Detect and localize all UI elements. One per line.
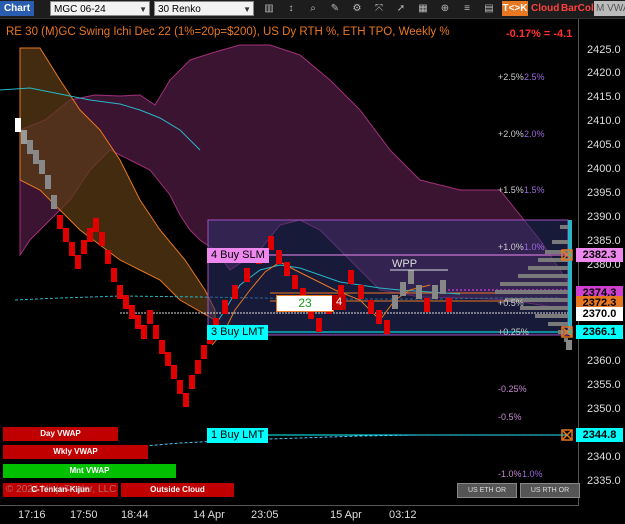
us-eth-or-button[interactable]: US ETH OR [457,483,517,498]
last-price-tag: 2370.0 [576,307,623,321]
pointer-icon[interactable]: ➚ [394,1,408,16]
properties-icon[interactable]: ≡ [460,1,474,16]
outside-cloud-button[interactable]: Outside Cloud [121,483,234,497]
price-axis-label: 2400.0 [587,163,621,175]
price-axis-label: 2335.0 [587,475,621,487]
pct-level-label: +1.0% [498,242,524,252]
chart-tab[interactable]: Chart [0,1,34,16]
zoom-icon[interactable]: ⌕ [306,1,320,16]
price-axis-label: 2410.0 [587,115,621,127]
pct-level-label: -0.5% [498,412,522,422]
time-axis-label: 18:44 [121,509,149,521]
price-axis-label: 2340.0 [587,451,621,463]
price-axis-label: 2425.0 [587,44,621,56]
cloud-button[interactable]: Cloud [531,1,559,16]
pct-level-label: 2.0% [524,129,545,139]
price-axis-label: 2405.0 [587,139,621,151]
position-counter-red[interactable]: 4 [332,295,346,310]
price-axis-label: 2415.0 [587,91,621,103]
snapshot-icon[interactable]: ▦ [416,1,430,16]
price-axis-label: 2350.0 [587,403,621,415]
buy-lmt-1-order[interactable]: 1 Buy LMT [207,428,269,443]
buy3-price-tag: 2366.1 [576,325,623,339]
time-axis-label: 03:12 [389,509,417,521]
settings-icon[interactable]: ⚙ [350,1,364,16]
drawing-icon[interactable]: ✎ [328,1,342,16]
pct-level-label: +2.5% [498,72,524,82]
current-price-mark [566,340,572,350]
pct-level-label: +2.0% [498,129,524,139]
interval-selector[interactable]: 30 Renko ▼ [154,1,254,16]
time-axis-label: 15 Apr [330,509,362,521]
pct-level-label: -0.25% [498,384,527,394]
pct-level-label: -1.0% [498,469,522,479]
price-axis-label: 2395.0 [587,187,621,199]
chevron-down-icon: ▼ [139,5,147,14]
time-axis-label: 23:05 [251,509,279,521]
pct-level-label: 1.0% [522,469,543,479]
pct-level-label: 2.5% [524,72,545,82]
symbol-value: MGC 06-24 [54,4,106,15]
current-bar-highlight [568,220,572,335]
time-axis-label: 14 Apr [193,509,225,521]
range-box [207,219,569,336]
time-axis-label: 17:16 [18,509,46,521]
monthly-vwap-button[interactable]: Mnt VWAP [3,464,176,478]
us-rth-or-button[interactable]: US RTH OR [520,483,580,498]
mvwap-button[interactable]: M VWA [594,1,625,16]
pct-level-label: 1.0% [524,242,545,252]
barcol-button[interactable]: BarCol [561,1,594,16]
price-axis-label: 2360.0 [587,355,621,367]
interval-value: 30 Renko [158,4,201,15]
symbol-selector[interactable]: MGC 06-24 ▼ [50,1,150,16]
buy-lmt-3-order[interactable]: 3 Buy LMT [207,325,269,340]
price-axis-label: 2390.0 [587,211,621,223]
wpp-label: WPP [392,258,418,270]
position-counter-green[interactable]: 23 [276,295,334,312]
slm-price-tag: 2382.3 [576,248,623,262]
price-axis-label: 2385.0 [587,235,621,247]
copyright: © 2024 NinjaTrader, LLC [6,484,117,495]
weekly-vwap-button[interactable]: Wkly VWAP [3,445,148,459]
pct-level-label: 1.5% [524,185,545,195]
buy-slm-order[interactable]: 4 Buy SLM [207,248,269,263]
toolbar: Chart MGC 06-24 ▼ 30 Renko ▼ ▥ ↕ ⌕ ✎ ⚙ ⤧… [0,0,625,19]
bar-chart-icon[interactable]: ▥ [262,1,276,16]
percent-change: -0.17% = -4.1 [506,28,573,40]
price-axis-label: 2355.0 [587,379,621,391]
buy1-price-tag: 2344.8 [576,428,623,442]
strategy-icon[interactable]: ⤧ [372,1,386,16]
chart-legend: RE 30 (M)GC Swing Ichi Dec 22 (1%=20p=$2… [6,26,450,38]
chevron-down-icon: ▼ [243,5,251,14]
indicator-icon[interactable]: ↕ [284,1,298,16]
price-axis-label: 2420.0 [587,67,621,79]
share-icon[interactable]: ⊕ [438,1,452,16]
time-axis-label: 17:50 [70,509,98,521]
pct-level-label: +1.5% [498,185,524,195]
pct-level-label: +0.5% [498,298,524,308]
time-axis[interactable] [0,505,578,506]
day-vwap-button[interactable]: Day VWAP [3,427,118,441]
data-box-icon[interactable]: ▤ [482,1,496,16]
tk-button[interactable]: T<>K [502,1,528,16]
pct-level-label: +0.25% [498,327,529,337]
